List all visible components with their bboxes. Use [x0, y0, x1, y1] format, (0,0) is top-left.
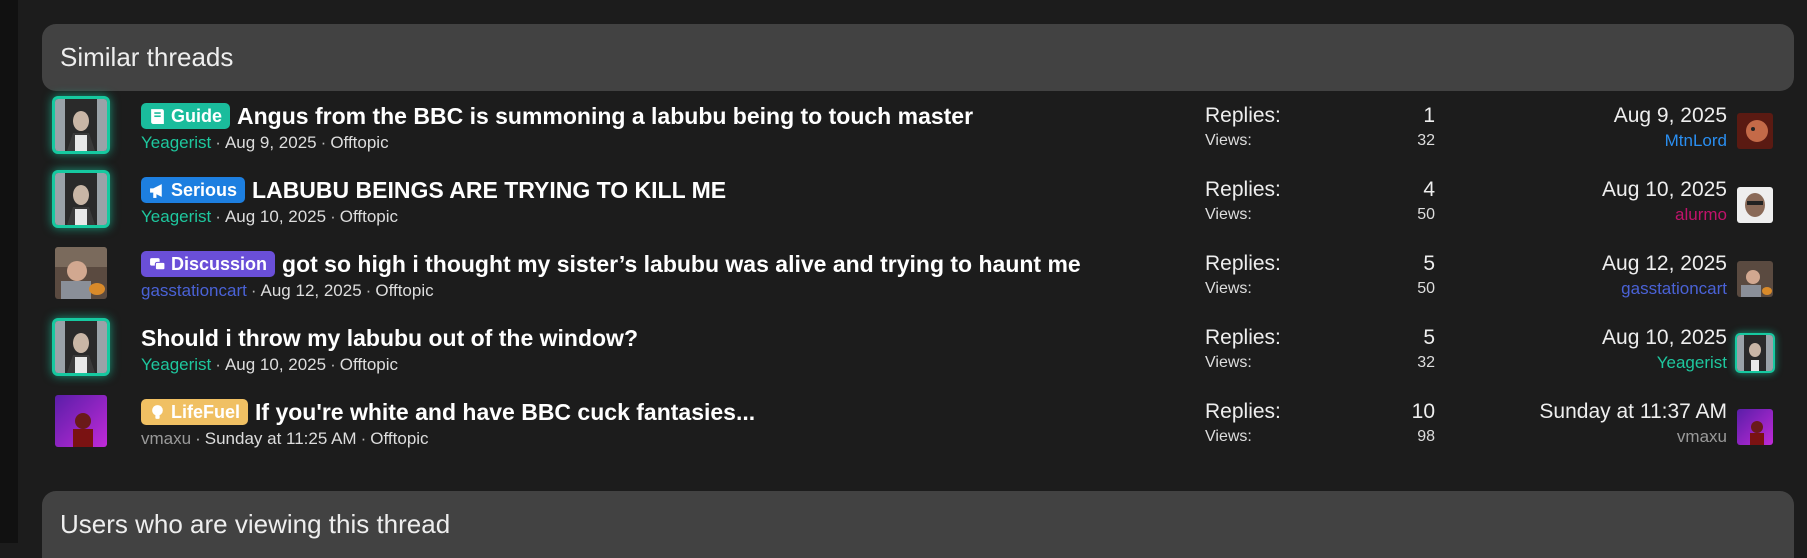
- separator: ·: [215, 207, 221, 226]
- views-label: Views:: [1205, 428, 1252, 445]
- forum-link[interactable]: Offtopic: [340, 207, 398, 226]
- separator: ·: [360, 429, 367, 448]
- last-post-info: Aug 10, 2025 alurmo: [1602, 176, 1727, 226]
- lightbulb-icon: [152, 404, 163, 419]
- separator: ·: [250, 281, 257, 300]
- similar-threads-block: Similar threads: [42, 24, 1794, 91]
- similar-threads-list: Guide Angus from the BBC is summoning a …: [42, 96, 1794, 466]
- replies-count: 5: [1423, 326, 1435, 349]
- last-poster-avatar[interactable]: [1737, 335, 1773, 371]
- replies-count: 5: [1423, 252, 1435, 275]
- views-label: Views:: [1205, 354, 1252, 371]
- replies-count: 10: [1411, 400, 1435, 423]
- thread-title-link[interactable]: got so high i thought my sister’s labubu…: [282, 251, 1081, 278]
- thread-date: Aug 12, 2025: [260, 281, 362, 300]
- thread-date: Aug 10, 2025: [224, 207, 327, 226]
- separator: ·: [215, 355, 221, 374]
- last-poster-link[interactable]: alurmo: [1602, 204, 1727, 226]
- last-poster-avatar[interactable]: [1737, 261, 1773, 297]
- views-label: Views:: [1205, 132, 1252, 149]
- author-link[interactable]: Yeagerist: [141, 355, 211, 374]
- forum-link[interactable]: Offtopic: [340, 355, 398, 374]
- separator: ·: [330, 355, 336, 374]
- left-gutter: [0, 0, 18, 543]
- views-label: Views:: [1205, 206, 1252, 223]
- prefix-badge-discussion[interactable]: Discussion: [141, 251, 276, 277]
- prefix-badge-guide[interactable]: Guide: [141, 103, 231, 129]
- replies-count: 4: [1423, 178, 1435, 201]
- separator: ·: [320, 133, 327, 152]
- author-avatar[interactable]: [55, 99, 107, 151]
- last-post-info: Aug 12, 2025 gasstationcart: [1602, 250, 1727, 300]
- replies-label: Replies:: [1205, 104, 1281, 127]
- last-poster-avatar[interactable]: [1737, 187, 1773, 223]
- last-post-date[interactable]: Aug 10, 2025: [1602, 324, 1727, 352]
- last-post-info: Aug 10, 2025 Yeagerist: [1602, 324, 1727, 374]
- views-count: 32: [1417, 354, 1435, 371]
- thread-row: Discussion got so high i thought my sist…: [42, 244, 1794, 318]
- last-post-date[interactable]: Aug 9, 2025: [1614, 102, 1727, 130]
- last-poster-link[interactable]: gasstationcart: [1602, 278, 1727, 300]
- views-count: 98: [1417, 428, 1435, 445]
- replies-count: 1: [1423, 104, 1435, 127]
- thread-date: Aug 9, 2025: [224, 133, 317, 152]
- last-poster-link[interactable]: MtnLord: [1614, 130, 1727, 152]
- prefix-badge-serious[interactable]: Serious: [141, 177, 246, 203]
- forum-link[interactable]: Offtopic: [375, 281, 433, 300]
- replies-label: Replies:: [1205, 326, 1281, 349]
- viewing-users-header: Users who are viewing this thread: [42, 491, 1794, 558]
- replies-label: Replies:: [1205, 252, 1281, 275]
- thread-row: LifeFuel If you're white and have BBC cu…: [42, 392, 1794, 466]
- last-poster-avatar[interactable]: [1737, 113, 1773, 149]
- author-avatar[interactable]: [55, 247, 107, 299]
- chat-icon: [150, 257, 166, 270]
- last-post-info: Aug 9, 2025 MtnLord: [1614, 102, 1727, 152]
- thread-stats: Replies: 10 Views: 98: [1205, 398, 1435, 448]
- thread-row: Should i throw my labubu out of the wind…: [42, 318, 1794, 392]
- separator: ·: [330, 207, 336, 226]
- thread-date: Sunday at 11:25 AM: [204, 429, 357, 448]
- book-icon: [151, 108, 164, 124]
- last-post-date[interactable]: Aug 10, 2025: [1602, 176, 1727, 204]
- author-avatar[interactable]: [55, 321, 107, 373]
- author-link[interactable]: vmaxu: [141, 429, 191, 448]
- author-link[interactable]: Yeagerist: [141, 207, 211, 226]
- similar-threads-header: Similar threads: [42, 24, 1794, 91]
- last-post-info: Sunday at 11:37 AM vmaxu: [1539, 398, 1727, 448]
- replies-label: Replies:: [1205, 400, 1281, 423]
- megaphone-icon: [150, 183, 162, 198]
- author-avatar[interactable]: [55, 173, 107, 225]
- thread-stats: Replies: 4 Views: 50: [1205, 176, 1435, 226]
- replies-label: Replies:: [1205, 178, 1281, 201]
- separator: ·: [195, 429, 201, 448]
- last-poster-link[interactable]: vmaxu: [1539, 426, 1727, 448]
- author-avatar[interactable]: [55, 395, 107, 447]
- views-count: 50: [1417, 206, 1435, 223]
- separator: ·: [215, 133, 221, 152]
- thread-title-link[interactable]: If you're white and have BBC cuck fantas…: [255, 399, 755, 426]
- views-count: 32: [1417, 132, 1435, 149]
- thread-title-link[interactable]: Angus from the BBC is summoning a labubu…: [237, 103, 973, 130]
- viewing-users-block: Users who are viewing this thread: [42, 491, 1794, 558]
- thread-stats: Replies: 1 Views: 32: [1205, 102, 1435, 152]
- thread-row: Guide Angus from the BBC is summoning a …: [42, 96, 1794, 170]
- last-poster-link[interactable]: Yeagerist: [1602, 352, 1727, 374]
- thread-stats: Replies: 5 Views: 32: [1205, 324, 1435, 374]
- forum-link[interactable]: Offtopic: [370, 429, 428, 448]
- author-link[interactable]: Yeagerist: [141, 133, 211, 152]
- thread-title-link[interactable]: LABUBU BEINGS ARE TRYING TO KILL ME: [252, 177, 726, 204]
- last-post-date[interactable]: Sunday at 11:37 AM: [1539, 398, 1727, 426]
- views-count: 50: [1417, 280, 1435, 297]
- last-poster-avatar[interactable]: [1737, 409, 1773, 445]
- views-label: Views:: [1205, 280, 1252, 297]
- last-post-date[interactable]: Aug 12, 2025: [1602, 250, 1727, 278]
- forum-link[interactable]: Offtopic: [330, 133, 388, 152]
- separator: ·: [365, 281, 372, 300]
- prefix-badge-lifefuel[interactable]: LifeFuel: [141, 399, 249, 425]
- author-link[interactable]: gasstationcart: [141, 281, 247, 300]
- thread-date: Aug 10, 2025: [224, 355, 327, 374]
- thread-row: Serious LABUBU BEINGS ARE TRYING TO KILL…: [42, 170, 1794, 244]
- thread-title-link[interactable]: Should i throw my labubu out of the wind…: [141, 325, 638, 352]
- thread-stats: Replies: 5 Views: 50: [1205, 250, 1435, 300]
